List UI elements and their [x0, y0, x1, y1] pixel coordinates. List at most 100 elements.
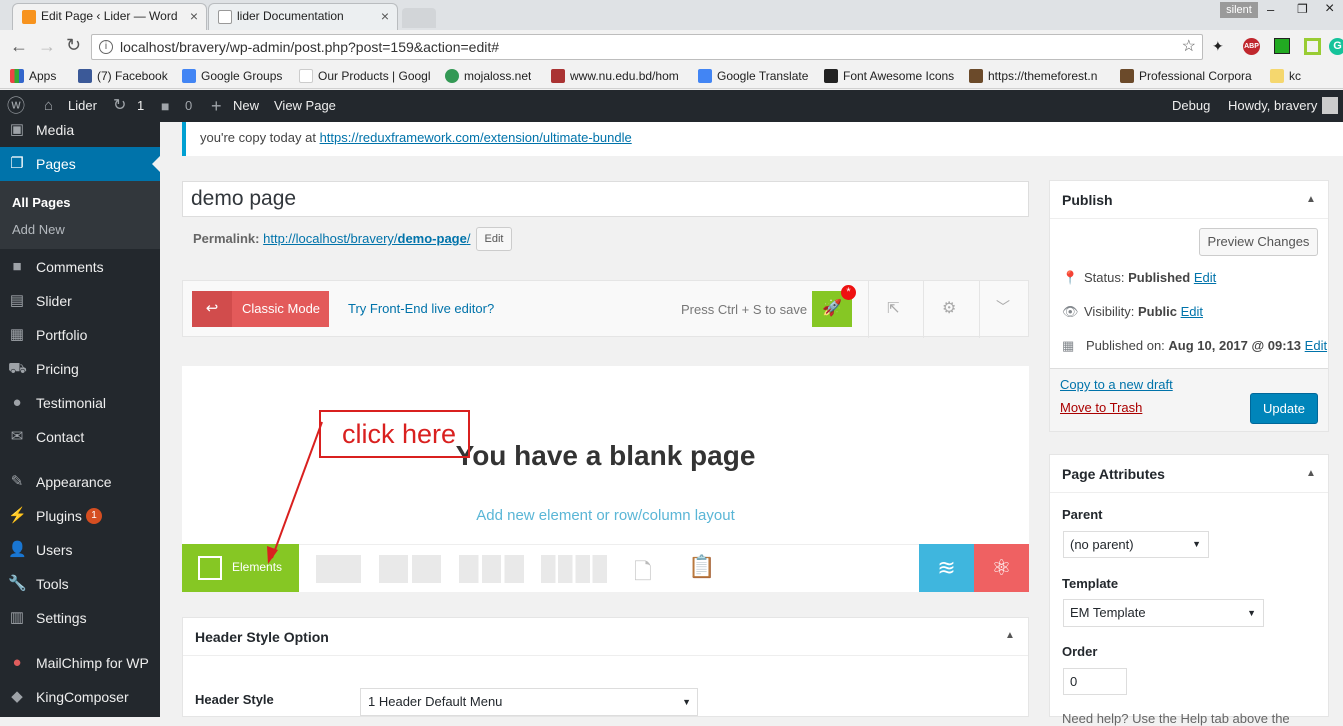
- comments-icon: ■: [12, 258, 22, 275]
- gear-icon[interactable]: ⚙: [942, 298, 956, 318]
- view-page-link[interactable]: View Page: [274, 90, 336, 122]
- info-icon[interactable]: i: [99, 40, 113, 54]
- appearance-icon: ✎: [10, 473, 24, 490]
- clipboard-icon[interactable]: 📋: [688, 554, 715, 580]
- bookmark-font-awesome[interactable]: Font Awesome Icons: [824, 68, 954, 84]
- bookmark-kc[interactable]: kc: [1270, 68, 1301, 84]
- move-to-trash-link[interactable]: Move to Trash: [1060, 400, 1142, 415]
- debug-link[interactable]: Debug: [1172, 90, 1210, 122]
- grammarly-icon[interactable]: G: [1329, 38, 1343, 55]
- avatar[interactable]: [1322, 97, 1338, 114]
- sidebar-item-portfolio[interactable]: ▦ Portfolio: [0, 318, 160, 352]
- maximize-icon[interactable]: ❐: [1297, 2, 1308, 16]
- media-icon: ▣: [9, 121, 25, 138]
- back-icon[interactable]: ←: [10, 36, 28, 57]
- frontend-editor-link[interactable]: Try Front-End live editor?: [348, 301, 494, 316]
- order-input[interactable]: 0: [1063, 668, 1127, 695]
- bookmark-nu-edu[interactable]: www.nu.edu.bd/hom: [551, 68, 688, 84]
- sidebar-item-contact[interactable]: ✉ Contact: [0, 420, 160, 454]
- parent-select[interactable]: (no parent) ▼: [1063, 531, 1209, 558]
- extension-bird-icon[interactable]: ✦: [1212, 38, 1228, 54]
- share-icon[interactable]: ⇱: [887, 299, 900, 317]
- bookmark-professional[interactable]: Professional Corpora: [1120, 68, 1256, 84]
- collapse-toggle-icon[interactable]: ▲: [1306, 194, 1316, 205]
- page-title-input[interactable]: demo page: [182, 181, 1029, 217]
- sidebar-item-mailchimp[interactable]: ● MailChimp for WP: [0, 646, 160, 680]
- sidebar-item-media[interactable]: ▣ Media: [0, 113, 160, 147]
- sidebar-item-settings[interactable]: ▥ Settings: [0, 601, 160, 635]
- sidebar-item-pricing[interactable]: ⛟ Pricing: [0, 352, 160, 386]
- preview-changes-button[interactable]: Preview Changes: [1199, 228, 1318, 256]
- status-edit-link[interactable]: Edit: [1194, 270, 1216, 285]
- elements-icon: [198, 556, 222, 580]
- date-edit-link[interactable]: Edit: [1305, 338, 1327, 353]
- adblock-icon[interactable]: ABP: [1243, 38, 1260, 55]
- new-link[interactable]: New: [233, 90, 259, 122]
- visibility-edit-link[interactable]: Edit: [1181, 304, 1203, 319]
- back-arrow-icon: ↩: [192, 291, 232, 327]
- reload-icon[interactable]: ↻: [66, 35, 81, 56]
- order-label: Order: [1062, 644, 1098, 659]
- bookmark-google-translate[interactable]: Google Translate: [698, 68, 808, 84]
- chevron-down-icon[interactable]: ﹀: [996, 297, 1010, 317]
- notice-link[interactable]: https://reduxframework.com/extension/ult…: [320, 130, 632, 145]
- sidebar-item-comments[interactable]: ■ Comments: [0, 250, 160, 284]
- header-style-select[interactable]: 1 Header Default Menu ▼: [360, 688, 698, 716]
- tab-edit-page[interactable]: Edit Page ‹ Lider — Word ×: [12, 3, 207, 30]
- forward-icon[interactable]: →: [38, 36, 56, 57]
- dropdown-arrow-icon: ▼: [1192, 539, 1201, 549]
- url-input[interactable]: i localhost/bravery/wp-admin/post.php?po…: [91, 34, 1203, 60]
- collapse-toggle-icon[interactable]: ▲: [1306, 468, 1316, 479]
- sidebar-item-users[interactable]: 👤 Users: [0, 533, 160, 567]
- bookmark-facebook[interactable]: (7) Facebook: [78, 68, 168, 84]
- sidebar-item-kingcomposer[interactable]: ◆ KingComposer: [0, 680, 160, 714]
- sidebar-item-testimonial[interactable]: ● Testimonial: [0, 386, 160, 420]
- dropdown-arrow-icon: ▼: [1247, 608, 1256, 618]
- bookmark-apps[interactable]: Apps: [10, 68, 56, 84]
- bookmark-themeforest[interactable]: https://themeforest.n: [969, 68, 1107, 84]
- layout-3-columns[interactable]: [459, 555, 524, 583]
- close-tab-icon[interactable]: ×: [190, 4, 198, 29]
- divider: [1050, 218, 1328, 219]
- document-icon[interactable]: 🗋: [634, 555, 652, 593]
- close-window-icon[interactable]: ×: [1325, 0, 1334, 18]
- bookmark-star-icon[interactable]: ☆: [1182, 35, 1196, 59]
- sidebar-item-plugins[interactable]: ⚡ Plugins 1: [0, 499, 160, 533]
- atom-icon[interactable]: ⚛: [974, 544, 1029, 592]
- template-select[interactable]: EM Template ▼: [1063, 599, 1264, 627]
- layout-2-columns[interactable]: [379, 555, 441, 583]
- copy-draft-link[interactable]: Copy to a new draft: [1060, 377, 1173, 392]
- kc-toolbar: ↩ Classic Mode Try Front-End live editor…: [182, 280, 1029, 338]
- bookmark-mojaloss[interactable]: mojaloss.net: [445, 68, 531, 84]
- sidebar-item-tools[interactable]: 🔧 Tools: [0, 567, 160, 601]
- bookmark-our-products[interactable]: Our Products | Googl: [299, 68, 431, 84]
- comments-icon[interactable]: ■: [161, 90, 169, 122]
- publish-title: Publish: [1062, 192, 1113, 208]
- submenu-add-new[interactable]: Add New: [0, 222, 160, 237]
- permalink-edit-button[interactable]: Edit: [476, 227, 512, 251]
- sidebar-item-appearance[interactable]: ✎ Appearance: [0, 465, 160, 499]
- nu-edu-icon: [551, 69, 565, 83]
- extension-green-icon[interactable]: [1274, 38, 1290, 54]
- submenu-all-pages[interactable]: All Pages: [0, 195, 160, 210]
- header-style-label: Header Style: [195, 692, 274, 707]
- howdy-link[interactable]: Howdy, bravery: [1228, 90, 1317, 122]
- layout-4-columns[interactable]: [541, 555, 607, 583]
- extension-edit-icon[interactable]: [1304, 38, 1321, 55]
- update-button[interactable]: Update: [1250, 393, 1318, 424]
- calendar-icon: ▦: [1062, 338, 1075, 353]
- layers-icon[interactable]: ≋: [919, 544, 974, 592]
- comments-count[interactable]: 0: [185, 90, 192, 122]
- close-tab-icon[interactable]: ×: [381, 4, 389, 29]
- classic-mode-button[interactable]: ↩ Classic Mode: [192, 291, 329, 327]
- permalink-link[interactable]: http://localhost/bravery/demo-page/: [263, 231, 470, 246]
- sidebar-item-slider[interactable]: ▤ Slider: [0, 284, 160, 318]
- bookmark-google-groups[interactable]: Google Groups: [182, 68, 282, 84]
- save-rocket-button[interactable]: 🚀 *: [812, 285, 856, 327]
- tab-documentation[interactable]: lider Documentation ×: [208, 3, 398, 30]
- minimize-icon[interactable]: –: [1267, 2, 1274, 17]
- collapse-toggle-icon[interactable]: ▲: [1005, 630, 1015, 641]
- new-tab-button[interactable]: [402, 8, 436, 28]
- sidebar-item-pages[interactable]: ❐ Pages: [0, 147, 160, 181]
- plus-icon[interactable]: +: [211, 90, 222, 122]
